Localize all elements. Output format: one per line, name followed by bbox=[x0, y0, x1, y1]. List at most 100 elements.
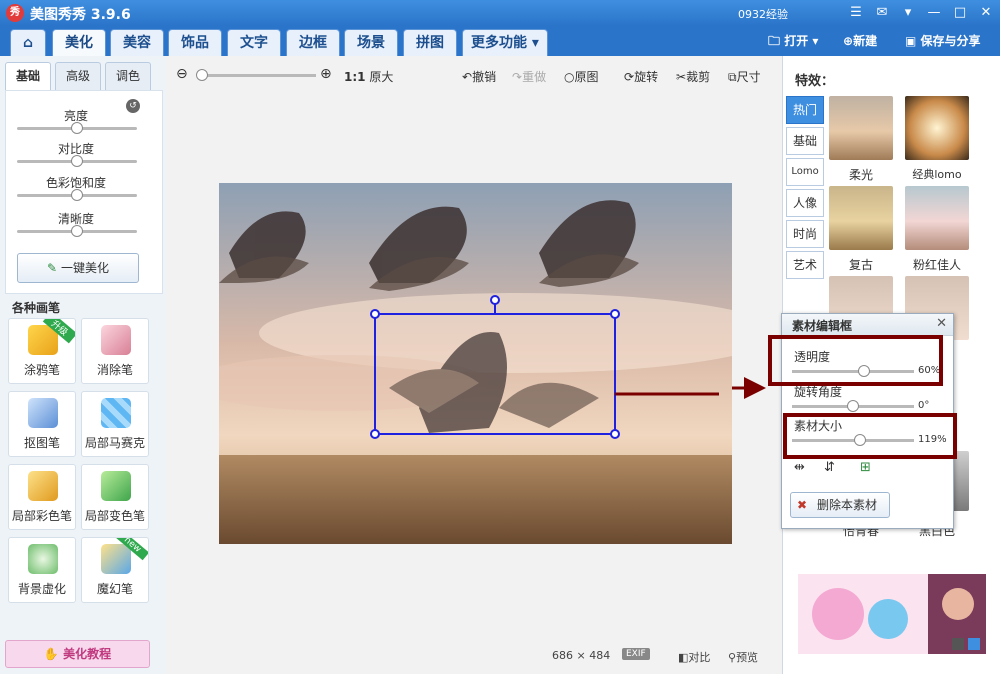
tutorial-button[interactable]: ✋ 美化教程 bbox=[5, 640, 150, 668]
photo-image bbox=[219, 183, 732, 544]
original-icon: ○ bbox=[564, 70, 575, 84]
dialog-header: 素材编辑框 ✕ bbox=[782, 314, 953, 336]
app-logo-icon: 秀 bbox=[6, 4, 24, 22]
cutout-pen-tool[interactable]: 抠图笔 bbox=[8, 391, 76, 457]
wand-icon: ✎ bbox=[47, 261, 58, 275]
tool-label: 局部变色笔 bbox=[84, 509, 145, 523]
effect-label: 粉红佳人 bbox=[912, 258, 961, 272]
help-icon[interactable]: ▾ bbox=[898, 3, 918, 23]
mosaic-tool[interactable]: 局部马赛克 bbox=[81, 391, 149, 457]
add-material-icon[interactable]: ⊞ bbox=[860, 460, 871, 475]
subtab-color[interactable]: 调色 bbox=[105, 62, 151, 90]
subtab-basic[interactable]: 基础 bbox=[5, 62, 51, 90]
tool-label: 涂鸦笔 bbox=[23, 363, 60, 377]
brightness-slider-thumb[interactable] bbox=[71, 122, 83, 134]
menu-icon[interactable]: ☰ bbox=[846, 3, 866, 23]
flip-horizontal-icon[interactable]: ⇹ bbox=[794, 460, 805, 475]
rotation-slider-thumb[interactable] bbox=[847, 400, 859, 412]
size-highlight-box bbox=[783, 413, 957, 459]
open-button[interactable]: 🗀 打开 ▾ bbox=[768, 32, 818, 53]
redo-label: 重做 bbox=[522, 70, 547, 84]
tab-beautify[interactable]: 美化 bbox=[52, 29, 106, 56]
zoom-ratio: 1:1 bbox=[344, 70, 366, 84]
zoom-in-icon[interactable]: ⊕ bbox=[320, 66, 332, 82]
undo-button[interactable]: ↶撤销 bbox=[462, 68, 496, 85]
one-key-beautify-button[interactable]: ✎ 一键美化 bbox=[17, 253, 139, 283]
contrast-slider-thumb[interactable] bbox=[71, 155, 83, 167]
subtab-advanced[interactable]: 高级 bbox=[55, 62, 101, 90]
original-button[interactable]: ○原图 bbox=[564, 68, 599, 85]
tool-label: 消除笔 bbox=[96, 363, 133, 377]
title-bar: 秀 美图秀秀 3.9.6 0932经验 ☰ ✉ ▾ — □ ✕ bbox=[0, 0, 1000, 26]
zoom-slider-thumb[interactable] bbox=[196, 69, 208, 81]
preview-button[interactable]: ⚲预览 bbox=[728, 649, 758, 665]
effect-thumb-pink-lady[interactable] bbox=[905, 186, 969, 250]
doodle-pen-tool[interactable]: 升级 涂鸦笔 bbox=[8, 318, 76, 384]
exif-button[interactable]: EXIF bbox=[622, 648, 650, 660]
canvas-area: ⊖ ⊕ 1:1 原大 ↶撤销 ↷重做 ○原图 ⟳旋转 ✂裁剪 ⧉尺寸 686 ×… bbox=[166, 56, 782, 674]
photo-canvas[interactable] bbox=[219, 183, 732, 544]
scissors-icon: ✂ bbox=[676, 70, 687, 84]
effects-title: 特效： bbox=[795, 74, 835, 89]
actual-size-button[interactable]: 1:1 原大 bbox=[344, 68, 393, 85]
dialog-title: 素材编辑框 bbox=[792, 319, 853, 333]
resize-button[interactable]: ⧉尺寸 bbox=[728, 68, 761, 85]
minimize-icon[interactable]: — bbox=[924, 3, 944, 23]
redo-button[interactable]: ↷重做 bbox=[512, 68, 546, 85]
cutout-pen-icon bbox=[28, 398, 58, 428]
delete-label: 删除本素材 bbox=[817, 498, 878, 512]
effect-thumb-soft-light[interactable] bbox=[829, 96, 893, 160]
tab-cosmetic[interactable]: 美容 bbox=[110, 29, 164, 56]
compare-button[interactable]: ◧对比 bbox=[678, 649, 710, 665]
effect-thumb-vintage[interactable] bbox=[829, 186, 893, 250]
save-label: 保存与分享 bbox=[920, 34, 981, 48]
crop-button[interactable]: ✂裁剪 bbox=[676, 68, 710, 85]
tab-scene[interactable]: 场景 bbox=[344, 29, 398, 56]
paint-bucket-icon bbox=[101, 471, 131, 501]
eraser-icon bbox=[101, 325, 131, 355]
fx-tab-popular[interactable]: 热门 bbox=[786, 96, 824, 124]
saturation-slider-thumb[interactable] bbox=[71, 189, 83, 201]
banner-image bbox=[798, 574, 986, 654]
background-blur-tool[interactable]: 背景虚化 bbox=[8, 537, 76, 603]
pointer-arrow-icon bbox=[732, 377, 766, 399]
tab-border[interactable]: 边框 bbox=[286, 29, 340, 56]
eraser-tool[interactable]: 消除笔 bbox=[81, 318, 149, 384]
fx-tab-art[interactable]: 艺术 bbox=[786, 251, 824, 279]
hand-icon: ✋ bbox=[43, 647, 59, 661]
tab-text[interactable]: 文字 bbox=[227, 29, 281, 56]
flip-vertical-icon[interactable]: ⇵ bbox=[824, 460, 835, 475]
original-label: 原图 bbox=[574, 70, 599, 84]
rotate-button[interactable]: ⟳旋转 bbox=[624, 68, 658, 85]
sharpness-slider-thumb[interactable] bbox=[71, 225, 83, 237]
zoom-out-icon[interactable]: ⊖ bbox=[176, 66, 188, 82]
fx-tab-basic[interactable]: 基础 bbox=[786, 127, 824, 155]
compare-icon: ◧ bbox=[678, 651, 689, 664]
magic-pen-tool[interactable]: new 魔幻笔 bbox=[81, 537, 149, 603]
dialog-close-icon[interactable]: ✕ bbox=[936, 316, 947, 331]
fx-tab-portrait[interactable]: 人像 bbox=[786, 189, 824, 217]
tab-more[interactable]: 更多功能 ▾ bbox=[462, 29, 548, 56]
fx-tab-lomo[interactable]: Lomo bbox=[786, 158, 824, 186]
folder-icon: 🗀 bbox=[768, 34, 781, 48]
effect-thumb-classic-lomo[interactable] bbox=[905, 96, 969, 160]
user-account[interactable]: 0932经验 bbox=[738, 6, 788, 22]
save-share-button[interactable]: ▣ 保存与分享 bbox=[905, 32, 981, 49]
maximize-icon[interactable]: □ bbox=[950, 3, 970, 23]
new-button[interactable]: ⊕新建 bbox=[843, 32, 877, 49]
recolor-pen-tool[interactable]: 局部变色笔 bbox=[81, 464, 149, 530]
brush-icon bbox=[28, 471, 58, 501]
color-pen-tool[interactable]: 局部彩色笔 bbox=[8, 464, 76, 530]
skin-icon[interactable]: ✉ bbox=[872, 3, 892, 23]
fx-tab-fashion[interactable]: 时尚 bbox=[786, 220, 824, 248]
promo-banner[interactable] bbox=[798, 574, 986, 654]
tab-more-label: 更多功能 bbox=[471, 35, 528, 51]
tab-accessory[interactable]: 饰品 bbox=[168, 29, 222, 56]
close-icon[interactable]: ✕ bbox=[976, 3, 996, 23]
zoom-slider[interactable] bbox=[200, 74, 316, 77]
effect-label: 柔光 bbox=[848, 168, 873, 182]
home-button[interactable]: ⌂ bbox=[10, 29, 46, 56]
tab-collage[interactable]: 拼图 bbox=[403, 29, 457, 56]
delete-material-button[interactable]: ✖ 删除本素材 bbox=[790, 492, 890, 518]
new-label: 新建 bbox=[853, 34, 878, 48]
